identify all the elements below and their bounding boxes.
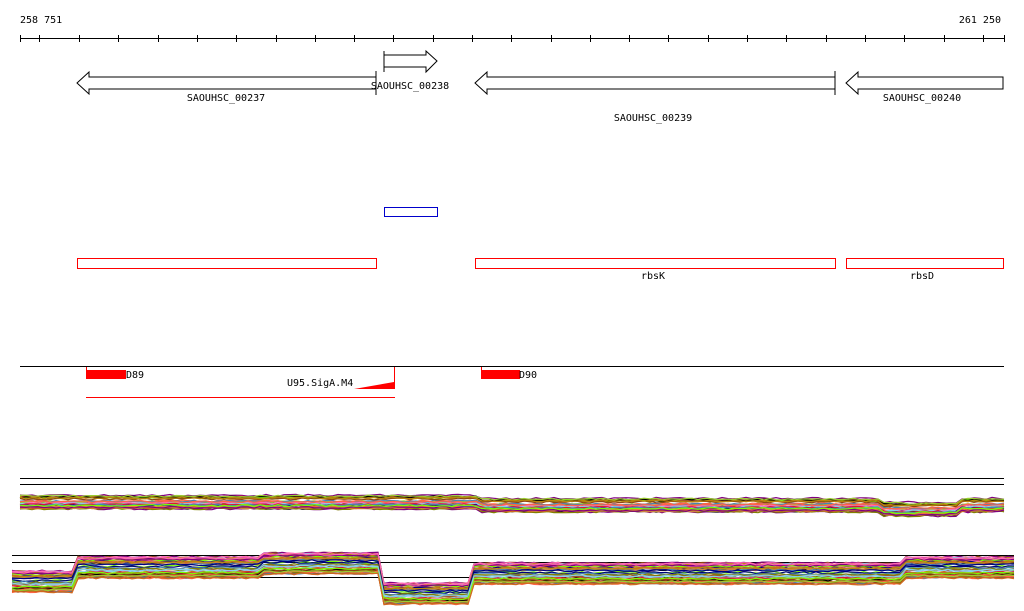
expression-tiling-track: [19, 493, 1005, 518]
gene-SAOUHSC_00238[interactable]: SAOUHSC_00238: [371, 49, 449, 92]
gene-SAOUHSC_00240[interactable]: SAOUHSC_00240: [845, 70, 1004, 104]
gene-track: SAOUHSC_00237 SAOUHSC_00238 SAOUHSC_0023…: [76, 49, 1004, 124]
gene-label: SAOUHSC_00238: [371, 81, 449, 92]
regulatory-track: D89 U95.SigA.M4 D90: [20, 366, 1004, 398]
gene-label: SAOUHSC_00239: [614, 113, 692, 124]
coordinate-ruler: 258 751 261 250: [20, 15, 1005, 42]
operon-rbsD[interactable]: rbsD: [846, 258, 1004, 283]
operon-track: rbsK rbsD: [77, 258, 1004, 283]
operon-label: rbsK: [641, 271, 665, 282]
operon-label: rbsD: [910, 271, 934, 282]
feature-label: U95.SigA.M4: [287, 378, 353, 389]
feature-D89[interactable]: D89: [86, 367, 144, 381]
gene-SAOUHSC_00237[interactable]: SAOUHSC_00237: [76, 70, 377, 104]
feature-label: D90: [519, 370, 537, 381]
feature-label: D89: [126, 370, 144, 381]
expression-profile-track: [11, 551, 1015, 606]
ruler-end-label: 261 250: [959, 15, 1001, 26]
operon-box[interactable]: [77, 258, 377, 269]
small-feature-box[interactable]: [384, 207, 438, 217]
gene-label: SAOUHSC_00240: [883, 93, 961, 104]
genome-browser-canvas: 258 751 261 250 SAOUHSC_00237 SAOUHSC_00…: [11, 15, 1015, 606]
gene-label: SAOUHSC_00237: [187, 93, 265, 104]
feature-D90[interactable]: D90: [481, 367, 537, 381]
ruler-start-label: 258 751: [20, 15, 62, 26]
operon-rbsK[interactable]: rbsK: [475, 258, 836, 283]
gene-SAOUHSC_00239[interactable]: SAOUHSC_00239: [474, 70, 836, 124]
